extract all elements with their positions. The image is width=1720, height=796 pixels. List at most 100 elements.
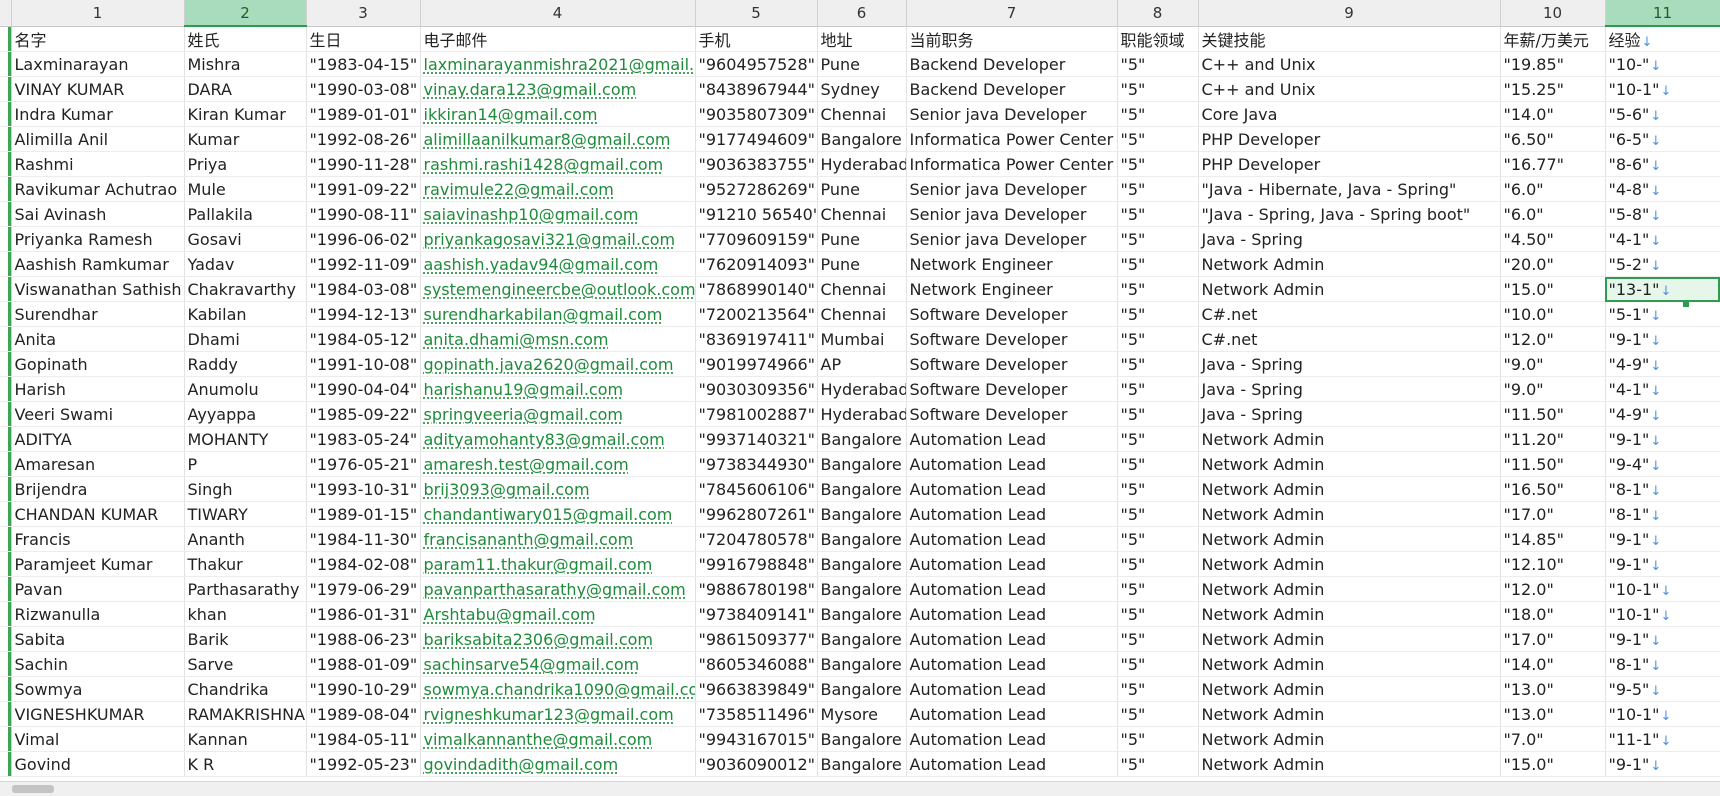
cell-r1-c1[interactable]: Laxminarayan [11, 51, 185, 77]
cell-r18-c3[interactable]: "1993-10-31" [306, 476, 421, 502]
cell-r2-c11[interactable]: "10-1"↓ [1605, 76, 1720, 102]
cell-r25-c10[interactable]: "14.0" [1500, 651, 1606, 677]
cell-r6-c2[interactable]: Mule [184, 176, 307, 202]
cell-r27-c6[interactable]: Mysore [817, 701, 907, 727]
cell-r7-c8[interactable]: "5" [1117, 201, 1199, 227]
row-gutter[interactable] [0, 501, 12, 527]
row-gutter[interactable] [0, 126, 12, 152]
row-gutter[interactable] [0, 726, 12, 752]
email-link[interactable]: sowmya.chandrika1090@gmail.com [424, 680, 695, 699]
cell-r21-c8[interactable]: "5" [1117, 551, 1199, 577]
cell-r11-c9[interactable]: C#.net [1198, 301, 1501, 327]
cell-r24-c9[interactable]: Network Admin [1198, 626, 1501, 652]
cell-r6-c6[interactable]: Pune [817, 176, 907, 202]
header-cell-9[interactable]: 关键技能 [1198, 26, 1501, 52]
cell-r14-c9[interactable]: Java - Spring [1198, 376, 1501, 402]
cell-r26-c9[interactable]: Network Admin [1198, 676, 1501, 702]
header-cell-10[interactable]: 年薪/万美元 [1500, 26, 1606, 52]
cell-r21-c3[interactable]: "1984-02-08" [306, 551, 421, 577]
cell-r12-c7[interactable]: Software Developer [906, 326, 1118, 352]
cell-r23-c3[interactable]: "1986-01-31" [306, 601, 421, 627]
cell-r27-c10[interactable]: "13.0" [1500, 701, 1606, 727]
cell-r27-c5[interactable]: "7358511496" [695, 701, 818, 727]
email-link[interactable]: param11.thakur@gmail.com [424, 555, 653, 574]
cell-r13-c4[interactable]: gopinath.java2620@gmail.com [420, 351, 696, 377]
cell-r9-c9[interactable]: Network Admin [1198, 251, 1501, 277]
header-cell-7[interactable]: 当前职务 [906, 26, 1118, 52]
cell-r21-c2[interactable]: Thakur [184, 551, 307, 577]
cell-r1-c4[interactable]: laxminarayanmishra2021@gmail.com [420, 51, 696, 77]
cell-r16-c4[interactable]: adityamohanty83@gmail.com [420, 426, 696, 452]
cell-r28-c2[interactable]: Kannan [184, 726, 307, 752]
cell-r20-c1[interactable]: Francis [11, 526, 185, 552]
cell-r18-c10[interactable]: "16.50" [1500, 476, 1606, 502]
cell-r3-c4[interactable]: ikkiran14@gmail.com [420, 101, 696, 127]
cell-r21-c7[interactable]: Automation Lead [906, 551, 1118, 577]
cell-r8-c8[interactable]: "5" [1117, 226, 1199, 252]
cell-r16-c6[interactable]: Bangalore [817, 426, 907, 452]
row-gutter[interactable] [0, 301, 12, 327]
cell-r4-c4[interactable]: alimillaanilkumar8@gmail.com [420, 126, 696, 152]
column-header-7[interactable]: 7 [906, 0, 1118, 27]
row-gutter[interactable] [0, 201, 12, 227]
cell-r21-c11[interactable]: "9-1"↓ [1605, 551, 1720, 577]
cell-r17-c11[interactable]: "9-4"↓ [1605, 451, 1720, 477]
cell-r26-c7[interactable]: Automation Lead [906, 676, 1118, 702]
cell-r26-c11[interactable]: "9-5"↓ [1605, 676, 1720, 702]
row-gutter[interactable] [0, 26, 12, 52]
cell-r5-c9[interactable]: PHP Developer [1198, 151, 1501, 177]
horizontal-scrollbar[interactable] [0, 781, 1720, 796]
cell-r6-c8[interactable]: "5" [1117, 176, 1199, 202]
cell-r9-c8[interactable]: "5" [1117, 251, 1199, 277]
cell-r18-c8[interactable]: "5" [1117, 476, 1199, 502]
row-gutter[interactable] [0, 376, 12, 402]
cell-r2-c1[interactable]: VINAY KUMAR [11, 76, 185, 102]
header-cell-11[interactable]: 经验↓ [1605, 26, 1720, 52]
cell-r13-c5[interactable]: "9019974966" [695, 351, 818, 377]
cell-r17-c8[interactable]: "5" [1117, 451, 1199, 477]
cell-r18-c11[interactable]: "8-1"↓ [1605, 476, 1720, 502]
cell-r13-c3[interactable]: "1991-10-08" [306, 351, 421, 377]
cell-r27-c3[interactable]: "1989-08-04" [306, 701, 421, 727]
cell-r9-c4[interactable]: aashish.yadav94@gmail.com [420, 251, 696, 277]
cell-r25-c1[interactable]: Sachin [11, 651, 185, 677]
cell-r12-c3[interactable]: "1984-05-12" [306, 326, 421, 352]
cell-r7-c4[interactable]: saiavinashp10@gmail.com [420, 201, 696, 227]
cell-r3-c1[interactable]: Indra Kumar [11, 101, 185, 127]
cell-r11-c8[interactable]: "5" [1117, 301, 1199, 327]
cell-r2-c3[interactable]: "1990-03-08" [306, 76, 421, 102]
cell-r22-c2[interactable]: Parthasarathy [184, 576, 307, 602]
cell-r4-c5[interactable]: "9177494609" [695, 126, 818, 152]
cell-r3-c8[interactable]: "5" [1117, 101, 1199, 127]
cell-r29-c3[interactable]: "1992-05-23" [306, 751, 421, 777]
row-gutter[interactable] [0, 451, 12, 477]
cell-r6-c11[interactable]: "4-8"↓ [1605, 176, 1720, 202]
cell-r7-c11[interactable]: "5-8"↓ [1605, 201, 1720, 227]
cell-r23-c10[interactable]: "18.0" [1500, 601, 1606, 627]
email-link[interactable]: saiavinashp10@gmail.com [424, 205, 639, 224]
email-link[interactable]: rvigneshkumar123@gmail.com [424, 705, 674, 724]
row-gutter[interactable] [0, 351, 12, 377]
cell-r11-c7[interactable]: Software Developer [906, 301, 1118, 327]
cell-r12-c6[interactable]: Mumbai [817, 326, 907, 352]
cell-r8-c6[interactable]: Pune [817, 226, 907, 252]
cell-r19-c9[interactable]: Network Admin [1198, 501, 1501, 527]
cell-r28-c1[interactable]: Vimal [11, 726, 185, 752]
row-gutter[interactable] [0, 701, 12, 727]
cell-r2-c9[interactable]: C++ and Unix [1198, 76, 1501, 102]
cell-r28-c8[interactable]: "5" [1117, 726, 1199, 752]
cell-r14-c6[interactable]: Hyderabad [817, 376, 907, 402]
cell-r28-c3[interactable]: "1984-05-11" [306, 726, 421, 752]
email-link[interactable]: laxminarayanmishra2021@gmail.com [424, 55, 695, 74]
email-link[interactable]: surendharkabilan@gmail.com [424, 305, 663, 324]
spreadsheet-grid[interactable]: 1 2 3 4 5 6 7 8 9 10 11 名字 姓氏 生日 电子邮件 手机 地址 当前职务 职能领域 关键技能… [0, 0, 1720, 777]
cell-r27-c11[interactable]: "10-1"↓ [1605, 701, 1720, 727]
cell-r1-c5[interactable]: "9604957528" [695, 51, 818, 77]
cell-r1-c3[interactable]: "1983-04-15" [306, 51, 421, 77]
cell-r24-c2[interactable]: Barik [184, 626, 307, 652]
cell-r25-c3[interactable]: "1988-01-09" [306, 651, 421, 677]
cell-r20-c3[interactable]: "1984-11-30" [306, 526, 421, 552]
cell-r27-c4[interactable]: rvigneshkumar123@gmail.com [420, 701, 696, 727]
cell-r15-c5[interactable]: "7981002887" [695, 401, 818, 427]
cell-r4-c11[interactable]: "6-5"↓ [1605, 126, 1720, 152]
